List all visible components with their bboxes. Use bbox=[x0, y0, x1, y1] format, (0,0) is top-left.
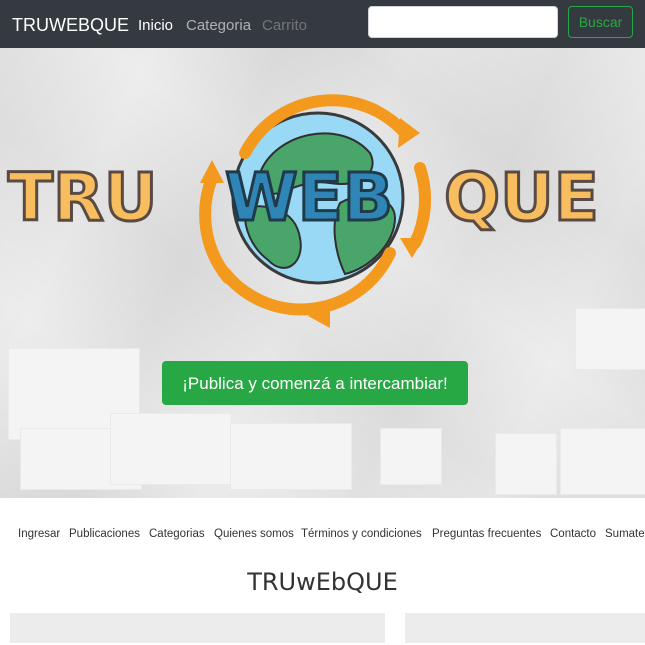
truwebque-logo: TRU WEB QUE bbox=[7, 94, 600, 328]
logo-text-left: TRU bbox=[8, 159, 157, 236]
navbar: TRUWEBQUE Inicio Categoria Carrito Busca… bbox=[0, 0, 645, 48]
nav-link-carrito[interactable]: Carrito bbox=[262, 17, 307, 35]
paper-texture-strip bbox=[10, 613, 180, 643]
nav-link-inicio[interactable]: Inicio bbox=[138, 17, 173, 35]
paper-texture-strip bbox=[180, 613, 385, 643]
search-input[interactable] bbox=[368, 6, 558, 38]
footer-link-contacto[interactable]: Contacto bbox=[550, 528, 596, 540]
paper-texture-patch bbox=[110, 413, 232, 485]
footer-link-categorias[interactable]: Categorias bbox=[149, 528, 205, 540]
brand-logo-text[interactable]: TRUWEBQUE bbox=[12, 14, 129, 36]
footer-link-terminos[interactable]: Términos y condiciones bbox=[301, 528, 422, 540]
footer-link-ingresar[interactable]: Ingresar bbox=[18, 528, 60, 540]
paper-texture-patch bbox=[560, 428, 645, 495]
publish-cta-button[interactable]: ¡Publica y comenzá a intercambiar! bbox=[162, 361, 468, 405]
arrow-head-icon bbox=[398, 118, 420, 148]
footer-links-bar: Ingresar Publicaciones Categorias Quiene… bbox=[0, 522, 645, 548]
footer-brand-title: TRUwEbQUE bbox=[247, 568, 398, 596]
cycle-arrow-icon bbox=[409, 162, 432, 249]
arrow-head-icon bbox=[200, 160, 224, 183]
logo-text-right: QUE bbox=[444, 159, 599, 236]
paper-texture-patch bbox=[230, 423, 352, 490]
paper-texture-patch bbox=[495, 433, 557, 495]
logo-text-middle: WEB bbox=[225, 159, 393, 236]
paper-texture-patch bbox=[380, 428, 442, 485]
footer-link-sumate[interactable]: Sumate bbox=[605, 528, 645, 540]
arrow-head-icon bbox=[400, 238, 424, 258]
footer-link-quienes-somos[interactable]: Quienes somos bbox=[214, 528, 294, 540]
footer-link-preguntas[interactable]: Preguntas frecuentes bbox=[432, 528, 541, 540]
nav-link-categoria[interactable]: Categoria bbox=[186, 17, 251, 35]
paper-texture-strip bbox=[405, 613, 645, 643]
search-button[interactable]: Buscar bbox=[568, 6, 633, 38]
footer-link-publicaciones[interactable]: Publicaciones bbox=[69, 528, 140, 540]
